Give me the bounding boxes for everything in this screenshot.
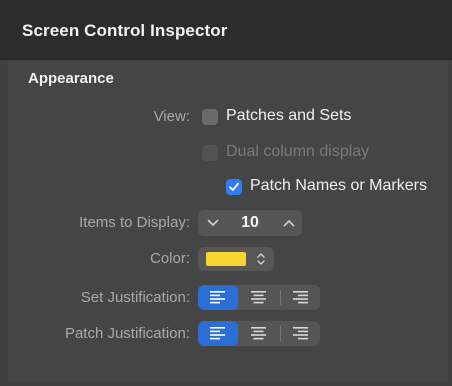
inspector-title-bar: Screen Control Inspector: [0, 0, 452, 60]
right-align-icon: [293, 327, 308, 340]
increment-button[interactable]: [276, 210, 302, 236]
set-justification-label: Set Justification:: [80, 289, 190, 306]
chevron-up-icon: [283, 220, 295, 227]
items-to-display-stepper: 10: [198, 210, 302, 236]
inspector-panel: Screen Control Inspector Appearance View…: [0, 0, 452, 386]
checkmark-icon: [229, 182, 239, 191]
center-align-icon: [251, 327, 266, 340]
patch-right-align-button[interactable]: [281, 321, 320, 346]
up-down-chevron-icon: [257, 253, 265, 265]
inspector-title: Screen Control Inspector: [22, 21, 228, 40]
color-swatch: [206, 252, 246, 266]
set-center-align-button[interactable]: [239, 285, 279, 310]
set-right-align-button[interactable]: [281, 285, 320, 310]
decrement-button[interactable]: [200, 210, 226, 236]
patch-justification-control: [198, 321, 320, 346]
patches-and-sets-checkbox[interactable]: [202, 109, 218, 125]
items-to-display-value[interactable]: 10: [234, 214, 266, 232]
patch-names-or-markers-label[interactable]: Patch Names or Markers: [250, 177, 427, 195]
dual-column-label: Dual column display: [226, 143, 370, 160]
patch-names-or-markers-checkbox[interactable]: [226, 179, 242, 195]
patches-and-sets-label[interactable]: Patches and Sets: [226, 107, 351, 125]
right-align-icon: [293, 291, 308, 304]
patch-left-align-button[interactable]: [198, 321, 238, 346]
left-align-icon: [210, 291, 225, 304]
patch-center-align-button[interactable]: [239, 321, 279, 346]
left-align-icon: [210, 327, 225, 340]
appearance-header: Appearance: [28, 70, 114, 87]
set-justification-control: [198, 285, 320, 310]
items-to-display-label: Items to Display:: [79, 214, 190, 231]
chevron-down-icon: [207, 219, 219, 226]
dual-column-checkbox: [202, 145, 218, 161]
color-popup-button[interactable]: [198, 247, 274, 271]
color-label: Color:: [149, 250, 190, 267]
patch-justification-label: Patch Justification:: [64, 325, 190, 342]
set-left-align-button[interactable]: [198, 285, 238, 310]
view-label: View:: [153, 108, 190, 125]
center-align-icon: [251, 291, 266, 304]
